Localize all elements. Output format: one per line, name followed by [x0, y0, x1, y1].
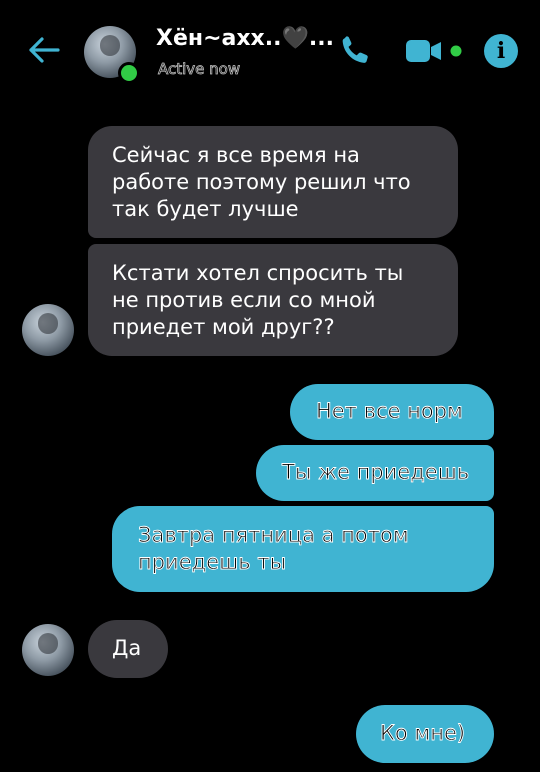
- message-bubble-incoming[interactable]: Да: [88, 620, 168, 678]
- chat-header: Хён~ахх..🖤... Active now i: [0, 0, 540, 100]
- back-button[interactable]: [24, 30, 64, 70]
- sender-avatar[interactable]: [22, 304, 74, 356]
- call-button[interactable]: [334, 30, 376, 72]
- online-indicator: [118, 62, 140, 84]
- phone-icon: [342, 36, 368, 63]
- message-bubble-outgoing[interactable]: Нет все норм: [290, 384, 494, 440]
- message-bubble-outgoing[interactable]: Ко мне): [356, 705, 494, 763]
- video-call-button[interactable]: [404, 34, 466, 68]
- contact-name[interactable]: Хён~ахх..🖤...: [156, 26, 334, 51]
- message-bubble-incoming[interactable]: Кстати хотел спросить ты не против если …: [88, 244, 458, 356]
- sender-avatar[interactable]: [22, 624, 74, 676]
- message-bubble-incoming[interactable]: Сейчас я все время на работе поэтому реш…: [88, 126, 458, 238]
- message-bubble-outgoing[interactable]: Завтра пятница а потом приедешь ты: [112, 506, 494, 592]
- message-bubble-outgoing[interactable]: Ты же приедешь: [256, 445, 494, 501]
- info-icon: i: [496, 38, 506, 64]
- arrow-left-icon: [29, 37, 60, 63]
- contact-status: Active now: [158, 60, 241, 79]
- video-camera-icon: [406, 40, 462, 62]
- info-button[interactable]: i: [484, 34, 518, 68]
